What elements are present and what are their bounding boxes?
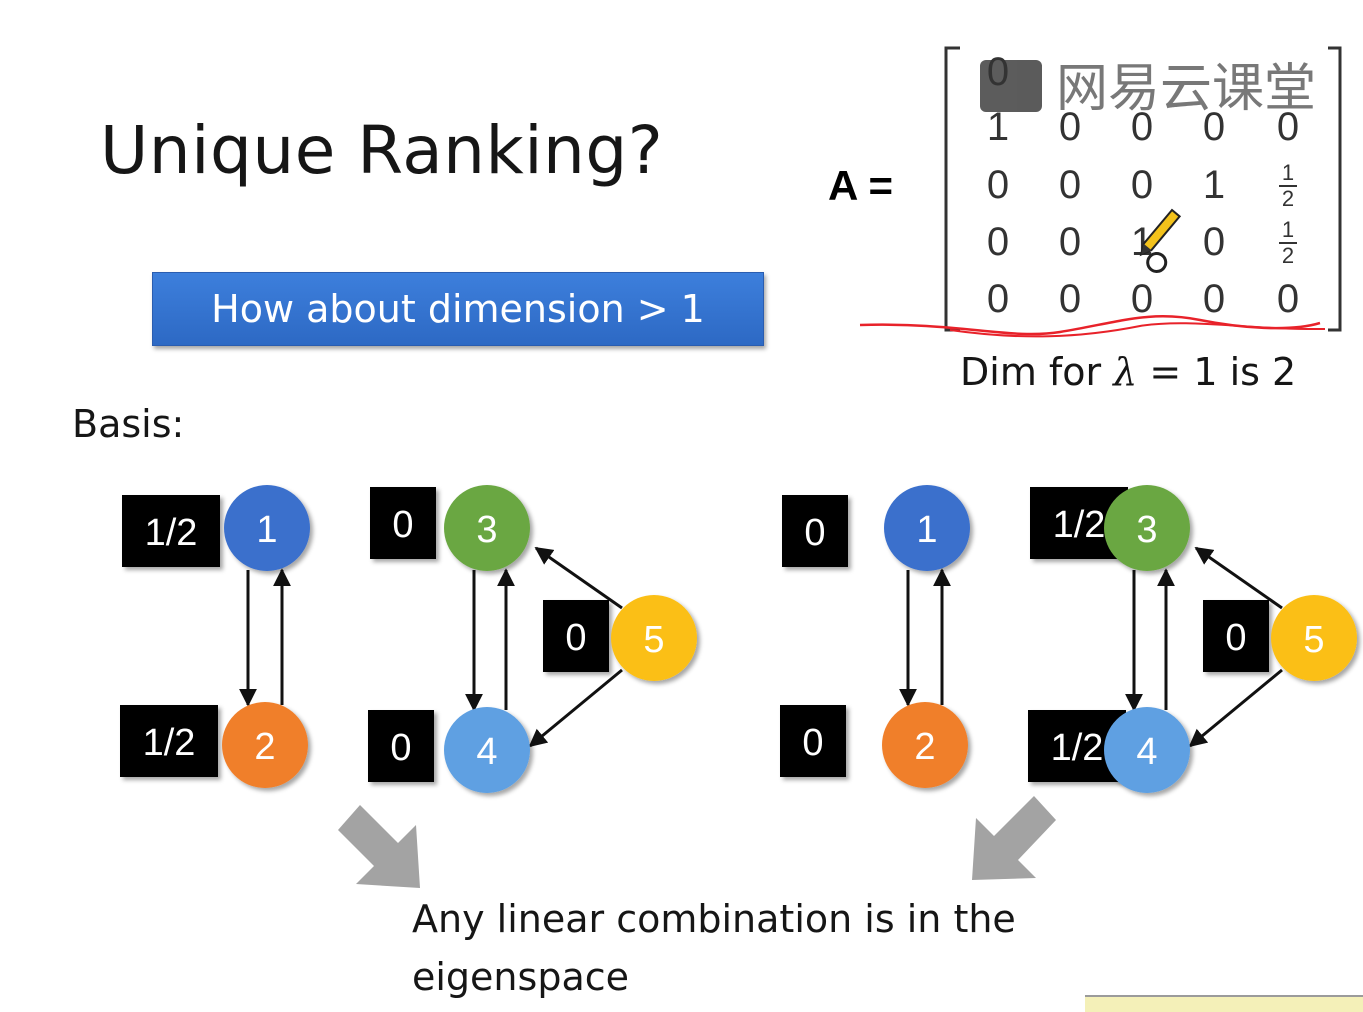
matrix-cell: 0 <box>987 220 1009 264</box>
graph-node-3: 3 <box>1104 485 1190 571</box>
dim-note-symbol: λ <box>1113 350 1138 394</box>
dimension-note: Dim for λ = 1 is 2 <box>960 350 1296 394</box>
matrix-cell: 0 <box>987 163 1009 207</box>
matrix-left-bracket <box>944 46 960 332</box>
matrix-cell: 0 <box>1059 105 1081 149</box>
score-value: 1/2 <box>145 512 198 554</box>
score-box-node-1: 0 <box>782 495 848 567</box>
score-box-node-2: 0 <box>780 705 846 777</box>
matrix-cell: 0 <box>1203 220 1225 264</box>
graph-node-3: 3 <box>444 485 530 571</box>
node-label: 3 <box>476 509 497 551</box>
score-value: 1/2 <box>1051 727 1104 769</box>
graph-node-2: 2 <box>222 702 308 788</box>
node-label: 4 <box>476 731 497 773</box>
matrix-cell: 0 <box>1131 163 1153 207</box>
matrix-cell: 0 <box>1059 163 1081 207</box>
slide-title: Unique Ranking? <box>100 112 664 189</box>
matrix-cell: 1 <box>1203 163 1225 207</box>
score-box-node-5: 0 <box>543 600 609 672</box>
down-arrow-left-icon <box>338 805 420 888</box>
down-arrow-right-icon <box>972 796 1056 880</box>
caption-line-1: Any linear combination is in the <box>412 897 1016 941</box>
score-value: 0 <box>1225 617 1246 659</box>
matrix-cell: 0 <box>987 50 1009 94</box>
matrix-right-bracket <box>1328 46 1342 332</box>
dim-note-suffix: = 1 is 2 <box>1137 350 1297 394</box>
matrix-cell: 12 <box>1279 160 1297 211</box>
svg-text:1: 1 <box>1282 160 1294 185</box>
node-label: 1 <box>916 509 937 551</box>
red-annotation-stroke <box>859 315 1321 336</box>
graph-node-4: 4 <box>444 707 530 793</box>
score-box-node-1: 1/2 <box>122 495 220 567</box>
score-value: 0 <box>565 617 586 659</box>
score-box-node-5: 0 <box>1203 600 1269 672</box>
edge-arrow <box>1194 546 1283 610</box>
score-box-node-3: 0 <box>370 487 436 559</box>
node-label: 4 <box>1136 731 1157 773</box>
basis-label: Basis: <box>72 402 185 446</box>
graph-left: 1/2 1 1/2 2 0 3 0 4 0 5 <box>120 485 697 793</box>
graph-node-4: 4 <box>1104 707 1190 793</box>
score-value: 0 <box>392 504 413 546</box>
score-box-node-4: 0 <box>368 710 434 782</box>
matrix-cell: 0 <box>1277 105 1299 149</box>
matrix-cell: 0 <box>1131 277 1153 321</box>
edge-arrow <box>534 546 623 610</box>
matrix-cell: 0 <box>1277 277 1299 321</box>
matrix-cell: 1 <box>987 105 1009 149</box>
graph-node-1: 1 <box>884 485 970 571</box>
score-value: 0 <box>390 727 411 769</box>
node-label: 5 <box>643 619 664 661</box>
caption: Any linear combination is in the eigensp… <box>412 890 1016 1006</box>
caption-line-2: eigenspace <box>412 955 629 999</box>
dim-note-prefix: Dim for <box>960 350 1114 394</box>
score-value: 0 <box>804 512 825 554</box>
node-label: 2 <box>914 726 935 768</box>
graph-node-1: 1 <box>224 485 310 571</box>
node-label: 1 <box>256 509 277 551</box>
graphs: 1/2 1 1/2 2 0 3 0 4 0 5 0 1 0 2 1/2 3 1/2 4 0 5 <box>120 485 1357 888</box>
matrix-cell: 0 <box>1059 277 1081 321</box>
score-box-node-2: 1/2 <box>120 705 218 777</box>
svg-text:2: 2 <box>1282 243 1294 268</box>
matrix-cell: 12 <box>1279 217 1297 268</box>
bottom-strip <box>1085 995 1363 1012</box>
edge-arrow <box>1188 668 1283 748</box>
svg-text:2: 2 <box>1282 186 1294 211</box>
node-label: 3 <box>1136 509 1157 551</box>
score-value: 1/2 <box>1053 504 1106 546</box>
graph-right: 0 1 0 2 1/2 3 1/2 4 0 5 <box>780 485 1357 793</box>
matrix-cell: 0 <box>1131 105 1153 149</box>
node-label: 5 <box>1303 619 1324 661</box>
score-value: 0 <box>802 722 823 764</box>
matrix-cell: 0 <box>1059 220 1081 264</box>
matrix-cell: 0 <box>1203 277 1225 321</box>
matrix-a: A = 01 0 0 0 00 0 0 1 120 0 1 0 120 0 0 0 0 <box>828 46 1342 338</box>
graph-node-5: 5 <box>611 595 697 681</box>
matrix-cell: 0 <box>987 277 1009 321</box>
matrix-lhs: A = <box>828 162 893 209</box>
slide: Unique Ranking? How about dimension > 1 … <box>0 0 1363 1012</box>
graph-node-5: 5 <box>1271 595 1357 681</box>
graph-node-2: 2 <box>882 702 968 788</box>
dimension-button[interactable]: How about dimension > 1 <box>152 272 764 346</box>
node-label: 2 <box>254 726 275 768</box>
score-value: 1/2 <box>143 722 196 764</box>
svg-text:1: 1 <box>1282 217 1294 242</box>
edge-arrow <box>528 668 623 748</box>
matrix-cell: 0 <box>1203 105 1225 149</box>
red-annotation-stroke <box>949 322 1326 338</box>
